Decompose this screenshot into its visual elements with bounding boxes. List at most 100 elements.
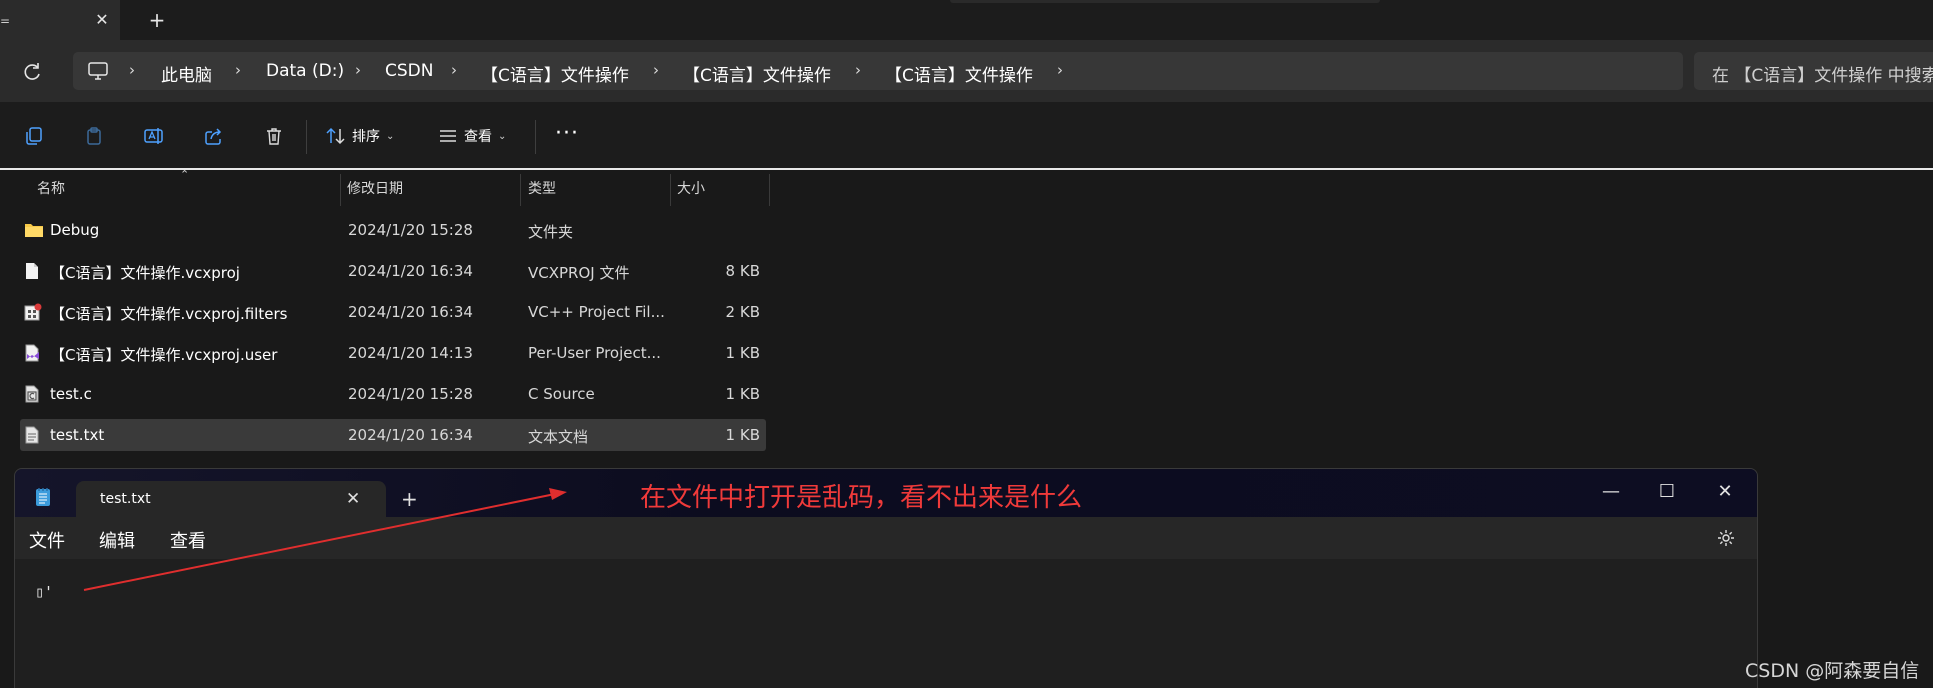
file-size: 1 KB [725,385,760,403]
column-divider[interactable] [769,174,770,206]
column-header-name[interactable]: 名称 [37,170,65,206]
notepad-app-icon [35,487,51,507]
file-type: 文本文档 [528,428,589,446]
breadcrumb-folder-3[interactable]: 【C语言】文件操作 [885,61,1033,86]
user-file-icon [24,344,42,362]
column-divider[interactable] [340,174,341,206]
more-options-icon[interactable]: ··· [555,121,579,146]
breadcrumb-csdn[interactable]: CSDN [385,61,433,81]
file-row[interactable]: 【C语言】文件操作.vcxproj.filters 2024/1/20 16:3… [20,296,766,328]
file-date: 2024/1/20 15:28 [348,385,473,403]
file-date: 2024/1/20 14:13 [348,344,473,362]
text-file-icon [24,426,42,444]
file-name: 【C语言】文件操作.vcxproj [50,264,240,282]
chevron-right-icon[interactable]: › [355,61,361,79]
search-placeholder: 在 【C语言】文件操作 中搜索 [1712,66,1933,86]
file-row[interactable]: Debug 2024/1/20 15:28 文件夹 [20,214,766,246]
this-pc-icon[interactable] [87,61,109,81]
copy-icon[interactable] [19,122,49,150]
window-drag-region[interactable] [950,0,1380,3]
chevron-down-icon: ⌄ [386,130,395,142]
command-separator [306,120,307,154]
filters-file-icon [24,303,42,321]
column-header-size[interactable]: 大小 [677,170,705,206]
menu-file[interactable]: 文件 [29,527,65,553]
file-row[interactable]: 【C语言】文件操作.vcxproj.user 2024/1/20 14:13 P… [20,337,766,369]
file-type: VCXPROJ 文件 [528,264,630,282]
file-type: C Source [528,385,595,403]
notepad-tab[interactable]: test.txt ✕ [76,481,386,519]
column-divider[interactable] [520,174,521,206]
sort-icon [326,127,345,145]
new-tab-icon[interactable]: + [145,10,169,30]
file-name: test.txt [50,426,105,444]
file-row[interactable]: test.c 2024/1/20 15:28 C Source 1 KB [20,378,766,410]
sort-label: 排序 [352,129,380,145]
c-source-icon [24,385,42,403]
paste-icon[interactable] [79,122,109,150]
chevron-right-icon[interactable]: › [1057,61,1063,79]
notepad-text-area[interactable]: ▯' [15,559,1757,688]
file-date: 2024/1/20 16:34 [348,426,473,444]
gear-icon[interactable] [1717,529,1735,547]
minimize-icon[interactable]: — [1593,477,1629,507]
explorer-tab-strip: = ✕ + [0,0,1933,42]
file-name: Debug [50,221,100,239]
rename-icon[interactable] [139,122,169,150]
chevron-down-icon: ⌄ [498,130,507,142]
address-row: › 此电脑 › Data (D:) › CSDN › 【C语言】文件操作 › 【… [0,40,1933,102]
file-name: test.c [50,385,92,403]
notepad-tab-title: test.txt [100,491,151,507]
file-row-selected[interactable]: test.txt 2024/1/20 16:34 文本文档 1 KB [20,419,766,451]
file-date: 2024/1/20 16:34 [348,303,473,321]
file-type: 文件夹 [528,223,574,241]
tab-close-icon[interactable]: ✕ [92,10,112,30]
notepad-title-bar[interactable]: test.txt ✕ + 在文件中打开是乱码，看不出来是什么 — ☐ ✕ [15,469,1757,519]
view-list-icon [440,130,456,142]
view-button[interactable]: 查看 ⌄ [438,122,506,150]
file-size: 2 KB [725,303,760,321]
explorer-tab[interactable]: = ✕ [0,0,120,42]
refresh-icon[interactable] [21,61,43,83]
file-size: 1 KB [725,344,760,362]
breadcrumb-drive[interactable]: Data (D:) [266,61,344,81]
chevron-right-icon[interactable]: › [653,61,659,79]
maximize-icon[interactable]: ☐ [1649,477,1685,507]
file-date: 2024/1/20 16:34 [348,262,473,280]
chevron-right-icon[interactable]: › [451,61,457,79]
chevron-right-icon[interactable]: › [235,61,241,79]
folder-icon [24,221,43,239]
sort-button[interactable]: 排序 ⌄ [326,122,394,150]
view-label: 查看 [464,129,492,145]
menu-edit[interactable]: 编辑 [99,527,135,553]
column-divider[interactable] [670,174,671,206]
garbled-text-content: ▯' [35,583,54,601]
file-name: 【C语言】文件操作.vcxproj.filters [50,305,288,323]
notepad-menu-bar: 文件 编辑 查看 [15,517,1757,559]
search-input[interactable]: 在 【C语言】文件操作 中搜索 [1694,52,1933,90]
file-row[interactable]: 【C语言】文件操作.vcxproj 2024/1/20 16:34 VCXPRO… [20,255,766,287]
breadcrumb-folder-1[interactable]: 【C语言】文件操作 [481,61,629,86]
file-type: Per-User Project... [528,344,661,362]
share-icon[interactable] [199,122,229,150]
menu-view[interactable]: 查看 [170,527,206,553]
file-size: 1 KB [725,426,760,444]
annotation-text: 在文件中打开是乱码，看不出来是什么 [640,483,1083,513]
close-icon[interactable]: ✕ [1707,477,1743,507]
sort-ascending-icon: ⌃ [180,168,190,181]
tab-close-icon[interactable]: ✕ [346,489,360,509]
column-header-date[interactable]: 修改日期 [347,170,403,206]
breadcrumb-folder-2[interactable]: 【C语言】文件操作 [683,61,831,86]
new-tab-icon[interactable]: + [401,487,418,511]
column-header-type[interactable]: 类型 [528,170,556,206]
address-bar[interactable]: › 此电脑 › Data (D:) › CSDN › 【C语言】文件操作 › 【… [73,52,1683,90]
file-date: 2024/1/20 15:28 [348,221,473,239]
chevron-right-icon[interactable]: › [855,61,861,79]
notepad-window: test.txt ✕ + 在文件中打开是乱码，看不出来是什么 — ☐ ✕ 文件 … [14,468,1758,688]
chevron-right-icon[interactable]: › [129,61,135,79]
breadcrumb-this-pc[interactable]: 此电脑 [161,61,212,86]
command-separator [535,120,536,154]
file-size: 8 KB [725,262,760,280]
file-icon [24,262,42,280]
delete-icon[interactable] [259,122,289,150]
